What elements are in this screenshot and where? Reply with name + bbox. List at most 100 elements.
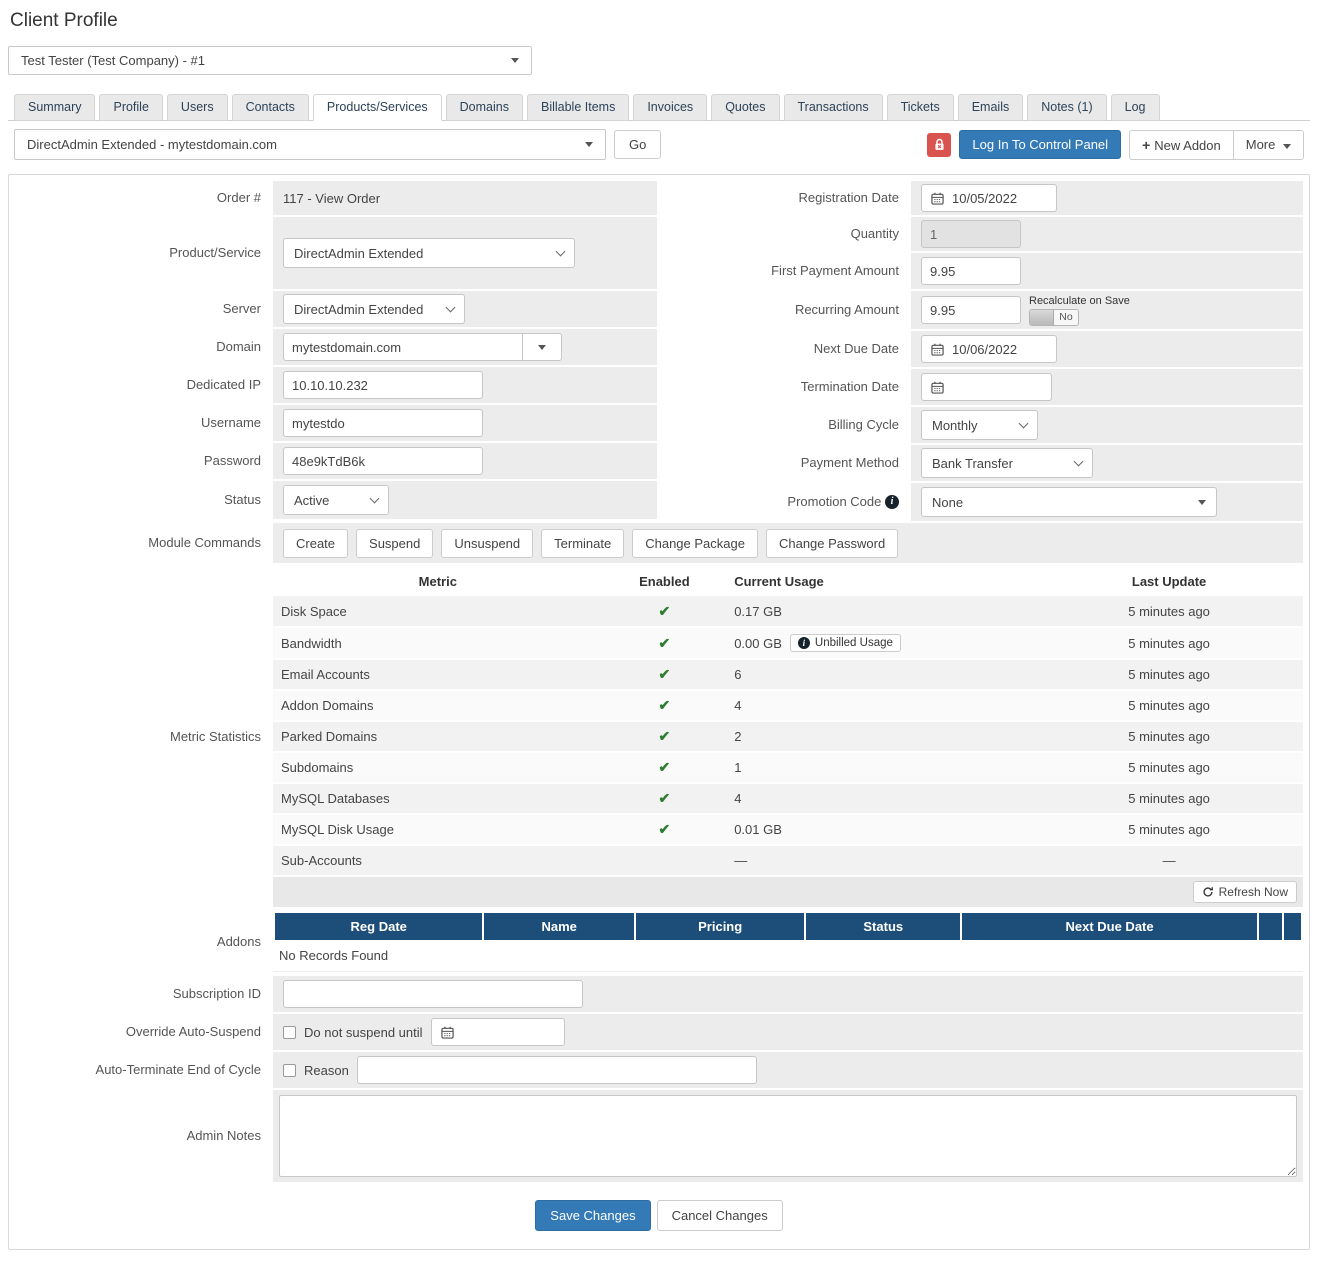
metric-statistics-label: Metric Statistics (169, 728, 261, 744)
tab-quotes[interactable]: Quotes (711, 94, 780, 121)
create-button[interactable]: Create (283, 528, 349, 558)
billing-cycle-select[interactable]: Monthly (921, 410, 1038, 440)
tab-bar: Summary Profile Users Contacts Products/… (8, 93, 1310, 121)
chevron-down-icon (1073, 456, 1084, 467)
form-actions: Save Changes Cancel Changes (15, 1184, 1303, 1243)
check-icon: ✔ (658, 697, 671, 713)
server-select[interactable]: DirectAdmin Extended (283, 294, 465, 324)
next-due-date-input[interactable]: 10/06/2022 (921, 335, 1057, 363)
more-button[interactable]: More (1232, 129, 1304, 160)
subscription-id-input[interactable] (283, 980, 583, 1008)
service-selector[interactable]: DirectAdmin Extended - mytestdomain.com (14, 129, 606, 160)
lock-x-icon (935, 138, 944, 150)
tab-emails[interactable]: Emails (957, 94, 1024, 121)
recurring-amount-input[interactable] (921, 296, 1021, 324)
tab-invoices[interactable]: Invoices (633, 94, 708, 121)
tab-log[interactable]: Log (1110, 94, 1160, 121)
recalculate-toggle[interactable]: No (1029, 309, 1079, 327)
unsuspend-button[interactable]: Unsuspend (441, 528, 534, 558)
calendar-icon (931, 381, 944, 394)
do-not-suspend-label: Do not suspend until (304, 1024, 423, 1040)
addons-label: Addons (216, 934, 261, 950)
terminate-button[interactable]: Terminate (541, 528, 625, 558)
service-selector-value: DirectAdmin Extended - mytestdomain.com (27, 137, 277, 152)
calendar-icon (931, 192, 944, 205)
tab-products-services[interactable]: Products/Services (312, 94, 442, 121)
username-input[interactable] (283, 409, 483, 437)
suspend-button[interactable]: Suspend (356, 528, 434, 558)
status-select[interactable]: Active (283, 485, 389, 515)
table-row: MySQL Databases ✔ 4 5 minutes ago (273, 783, 1303, 815)
promotion-code-select[interactable]: None (921, 487, 1217, 517)
tab-summary[interactable]: Summary (14, 94, 96, 121)
no-records-row: No Records Found (273, 940, 1303, 972)
service-details-panel: Order # 117 - View Order Product/Service… (8, 174, 1310, 1250)
refresh-icon (1203, 887, 1213, 897)
order-number-value[interactable]: 117 - View Order (283, 191, 380, 206)
unbilled-usage-button[interactable]: i Unbilled Usage (789, 634, 901, 652)
caret-down-icon (538, 344, 546, 350)
auto-terminate-checkbox[interactable] (283, 1063, 296, 1077)
table-row: Sub-Accounts ✔ — — (273, 845, 1303, 877)
table-row: Parked Domains ✔ 2 5 minutes ago (273, 721, 1303, 753)
new-addon-button[interactable]: + New Addon (1129, 129, 1234, 160)
caret-down-icon (1198, 499, 1206, 505)
tab-profile[interactable]: Profile (99, 94, 163, 121)
login-control-panel-button[interactable]: Log In To Control Panel (959, 130, 1122, 159)
addons-col-blank (1284, 913, 1301, 940)
first-payment-label: First Payment Amount (771, 262, 899, 278)
status-label: Status (224, 491, 261, 507)
domain-dropdown-button[interactable] (522, 333, 562, 361)
metric-col-header: Metric (418, 574, 457, 589)
tab-transactions[interactable]: Transactions (783, 94, 883, 121)
addons-table: Reg Date Name Pricing Status Next Due Da… (273, 913, 1303, 940)
calendar-icon (440, 1026, 454, 1039)
page-title: Client Profile (10, 10, 118, 31)
password-label: Password (203, 452, 261, 468)
tab-users[interactable]: Users (166, 94, 228, 121)
save-button[interactable]: Save Changes (535, 1200, 651, 1231)
change-password-button[interactable]: Change Password (765, 528, 899, 558)
reason-input[interactable] (356, 1056, 757, 1084)
chevron-down-icon (555, 246, 566, 257)
admin-notes-textarea[interactable] (279, 1095, 1297, 1177)
cancel-button[interactable]: Cancel Changes (656, 1200, 783, 1231)
last-update-col-header: Last Update (1131, 574, 1207, 589)
reason-label: Reason (304, 1062, 349, 1078)
tab-billable-items[interactable]: Billable Items (526, 94, 630, 121)
override-auto-suspend-checkbox[interactable] (283, 1025, 296, 1039)
next-due-date-label: Next Due Date (813, 340, 899, 356)
first-payment-input[interactable] (921, 257, 1021, 285)
client-selector-value: Test Tester (Test Company) - #1 (21, 53, 205, 68)
change-package-button[interactable]: Change Package (632, 528, 758, 558)
refresh-now-button[interactable]: Refresh Now (1192, 881, 1297, 903)
go-button[interactable]: Go (614, 130, 662, 159)
billing-cycle-label: Billing Cycle (828, 416, 899, 432)
tab-notes[interactable]: Notes (1) (1027, 94, 1107, 121)
domain-input[interactable] (283, 333, 523, 361)
suspend-until-date-input[interactable] (430, 1018, 565, 1046)
tab-tickets[interactable]: Tickets (886, 94, 954, 121)
product-service-select[interactable]: DirectAdmin Extended (283, 238, 575, 268)
registration-date-label: Registration Date (798, 189, 899, 205)
table-row: Disk Space ✔ 0.17 GB 5 minutes ago (273, 596, 1303, 628)
tab-contacts[interactable]: Contacts (231, 94, 309, 121)
sso-lock-button[interactable] (927, 132, 952, 157)
quantity-label: Quantity (850, 225, 899, 241)
payment-method-label: Payment Method (800, 454, 899, 470)
client-selector[interactable]: Test Tester (Test Company) - #1 (8, 46, 532, 75)
dedicated-ip-input[interactable] (283, 371, 483, 399)
info-icon[interactable]: i (885, 495, 899, 509)
enabled-col-header: Enabled (639, 574, 690, 589)
password-input[interactable] (283, 447, 483, 475)
payment-method-select[interactable]: Bank Transfer (921, 448, 1093, 478)
termination-date-input[interactable] (921, 373, 1052, 401)
registration-date-input[interactable]: 10/05/2022 (921, 184, 1057, 212)
order-value-band: 117 - View Order (273, 181, 657, 215)
calendar-icon (931, 343, 944, 356)
info-icon: i (797, 637, 810, 649)
product-service-label: Product/Service (169, 244, 261, 260)
tab-domains[interactable]: Domains (445, 94, 523, 121)
recalculate-on-save: Recalculate on Save No (1029, 294, 1130, 327)
quantity-input (921, 220, 1021, 248)
